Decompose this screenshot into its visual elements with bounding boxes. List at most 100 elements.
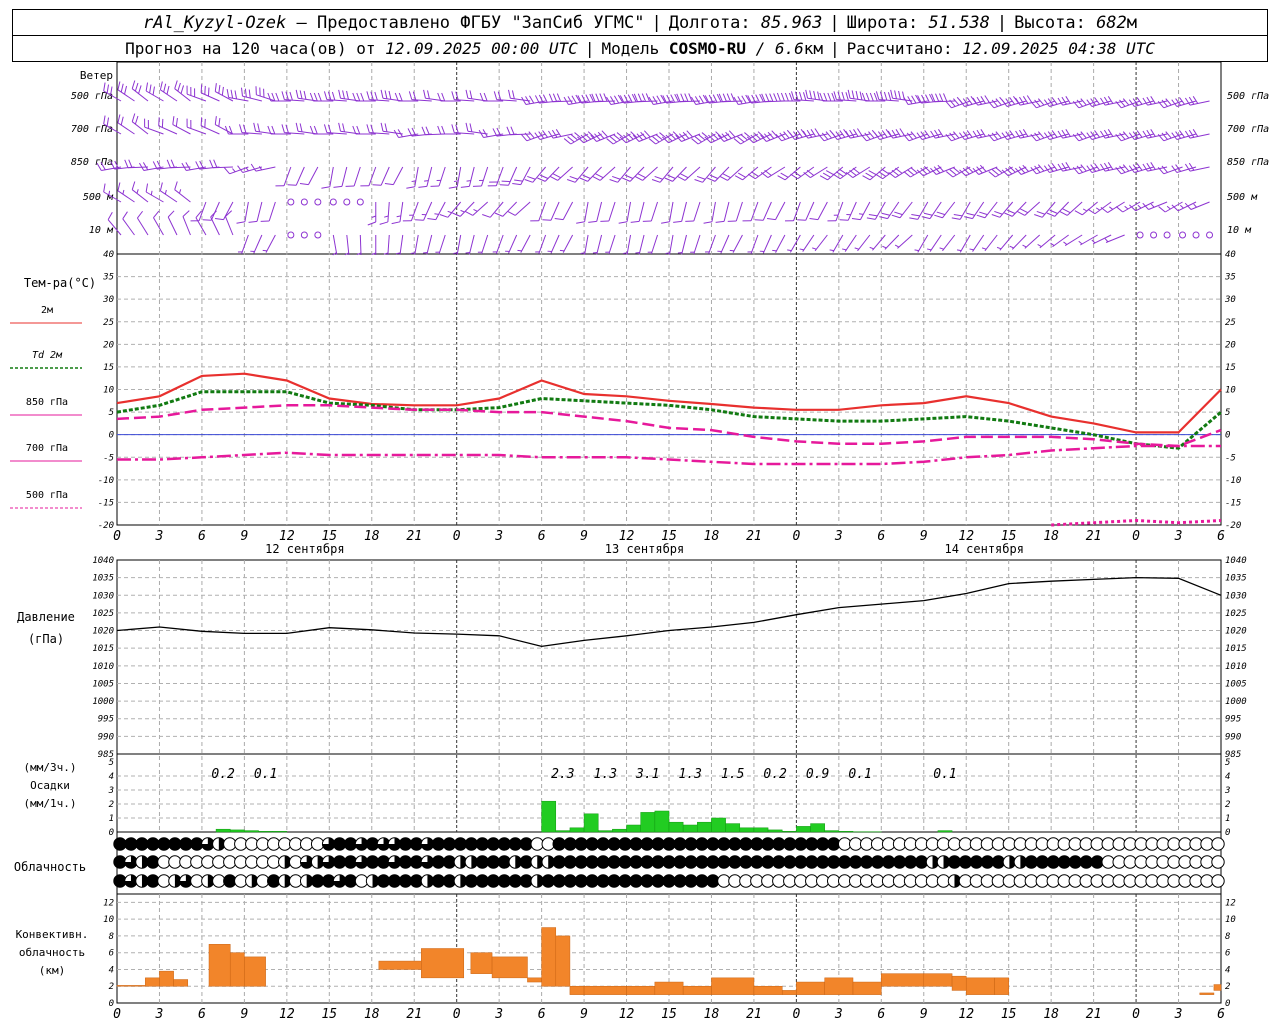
wind-barb — [465, 234, 475, 255]
barb-flag — [427, 218, 436, 221]
barb-shaft — [544, 166, 560, 182]
precip-bar — [244, 830, 259, 833]
calm-circle — [287, 231, 295, 239]
hour-label-bottom: 9 — [580, 1007, 588, 1022]
barb-flag — [415, 219, 424, 221]
barb-flag — [1100, 207, 1108, 213]
barb-shaft — [972, 234, 985, 252]
barb-shaft — [897, 234, 913, 249]
barb-shaft — [775, 201, 786, 220]
barb-flag — [257, 123, 261, 132]
barb-flag — [766, 218, 776, 221]
barb-flag — [684, 93, 689, 102]
wind-barb — [333, 166, 348, 188]
barb-flag — [366, 91, 370, 100]
barb-flag — [823, 92, 828, 102]
wind-barb — [1142, 96, 1168, 106]
barb-shaft — [353, 166, 361, 187]
barb-shaft — [268, 201, 276, 222]
hour-label-bottom: 6 — [538, 1007, 546, 1022]
barb-flag — [384, 90, 388, 99]
pressure-axis-tick-left: 1015 — [92, 644, 114, 654]
barb-flag — [760, 172, 769, 178]
barb-flag — [566, 179, 576, 183]
barb-flag — [281, 124, 285, 133]
wind-barb — [371, 235, 377, 255]
calm-circle — [300, 231, 308, 239]
barb-flag — [980, 129, 986, 137]
barb-flag — [784, 92, 789, 102]
barb-shaft — [332, 234, 338, 255]
barb-flag — [810, 129, 817, 137]
hour-label-bottom: 0 — [792, 1007, 800, 1022]
barb-flag — [894, 211, 903, 216]
wind-barb — [742, 201, 759, 222]
pressure-axis-tick-right: 1035 — [1225, 574, 1247, 584]
barb-shaft — [584, 201, 589, 222]
barb-half — [799, 248, 804, 251]
barb-flag — [451, 91, 455, 100]
conv-bar — [244, 956, 266, 987]
barb-flag — [637, 93, 643, 102]
barb-flag — [698, 95, 705, 104]
barb-flag — [1122, 164, 1130, 172]
wind-barb — [329, 198, 337, 206]
barb-flag — [167, 210, 175, 218]
cloud-title: Облачность — [14, 860, 86, 874]
hour-label-bottom: 15 — [1001, 1007, 1017, 1022]
barb-shaft — [392, 166, 404, 185]
barb-flag — [323, 124, 328, 133]
barb-flag — [765, 93, 770, 102]
barb-flag — [612, 175, 621, 180]
conv-tick-right: 6 — [1225, 949, 1230, 959]
hour-label: 6 — [198, 529, 206, 544]
pressure-axis-tick-left: 1035 — [92, 574, 114, 584]
barb-flag — [406, 186, 415, 189]
barb-flag — [1059, 211, 1068, 216]
cloud-cover-icon — [1211, 837, 1225, 851]
wind-barb — [547, 234, 560, 254]
wind-barb — [559, 234, 574, 253]
barb-flag — [654, 175, 663, 180]
barb-shaft — [608, 201, 616, 222]
barb-flag — [204, 85, 206, 95]
barb-shaft — [380, 166, 390, 186]
precip-sum-label: 0.2 — [763, 767, 787, 782]
barb-flag — [809, 218, 819, 221]
barb-flag — [740, 134, 748, 141]
calm-circle — [314, 198, 322, 206]
wind-barb — [1015, 95, 1040, 106]
wind-barb — [592, 166, 616, 181]
barb-shaft — [520, 166, 531, 185]
precip-tick-left: 1 — [109, 814, 114, 824]
precip-bar — [697, 821, 712, 833]
barb-flag — [556, 93, 562, 102]
wind-barb — [395, 234, 404, 255]
barb-flag — [331, 91, 336, 101]
barb-flag — [124, 85, 128, 95]
wind-barb — [379, 201, 390, 225]
barb-flag — [606, 138, 614, 145]
hour-label-bottom: 6 — [198, 1007, 206, 1022]
barb-flag — [380, 89, 384, 99]
barb-flag — [994, 210, 1003, 215]
barb-shaft — [732, 234, 743, 253]
temp-axis-tick-left: -5 — [103, 453, 114, 463]
wind-barb — [914, 234, 929, 253]
barb-flag — [691, 138, 699, 145]
barb-half — [108, 190, 111, 196]
barb-shaft — [557, 166, 573, 181]
barb-flag — [610, 96, 616, 105]
wind-barb — [842, 234, 857, 252]
hour-label: 9 — [240, 529, 248, 544]
calm-circle — [287, 198, 295, 206]
conv-bar — [1199, 992, 1215, 995]
wind-barb — [262, 234, 276, 253]
barb-flag — [221, 86, 224, 96]
barb-half — [559, 249, 565, 252]
wind-barb — [772, 234, 786, 253]
barb-shaft — [810, 166, 828, 179]
barb-shaft — [629, 166, 645, 182]
barb-flag — [501, 180, 511, 183]
barb-flag — [1107, 96, 1114, 104]
